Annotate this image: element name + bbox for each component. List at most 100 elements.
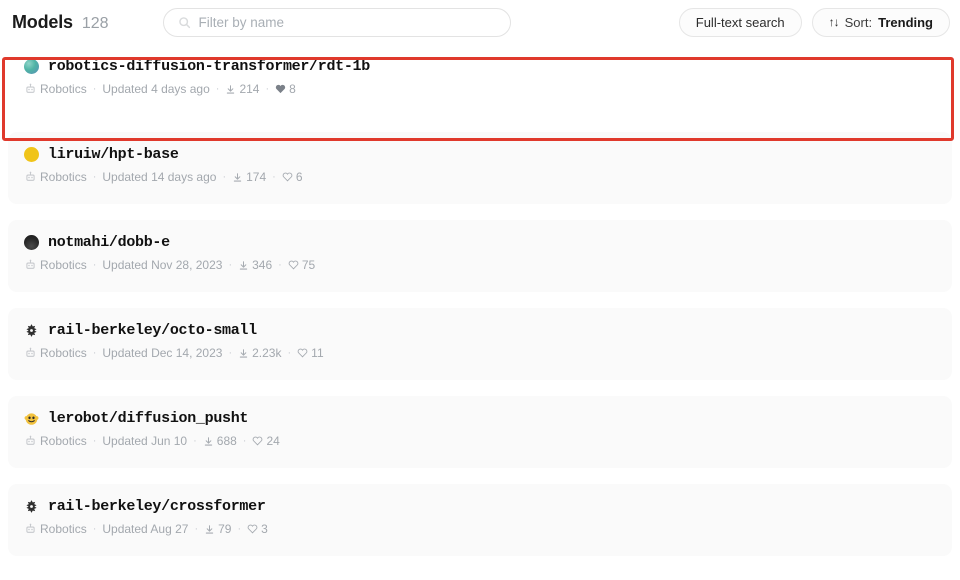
heart-outline-icon [282,172,293,182]
meta-separator: · [228,259,233,271]
model-count: 128 [81,14,109,32]
meta-separator: · [194,523,199,535]
heart-outline-icon [288,260,299,270]
robot-icon [26,347,35,357]
likes-count: 6 [295,170,303,184]
robot-icon [26,171,35,181]
full-text-search-button[interactable]: Full-text search [678,7,802,37]
task-label: Robotics [40,82,87,96]
downloads-count: 174 [246,170,267,184]
model-card[interactable]: liruiw/hpt-base Robotics · Updated 14 da… [8,132,952,204]
downloads-count: 2.23k [252,346,282,360]
search-icon [178,16,190,28]
updated-label: Updated Nov 28, 2023 [102,258,223,272]
page-title: Models [12,11,73,32]
full-text-search-label: Full-text search [695,14,785,30]
meta-separator: · [265,83,270,95]
updated-label: Updated Jun 10 [102,434,188,448]
berkeley-rail-logo-icon [26,324,37,337]
avatar [24,235,39,250]
title-group: Models 128 [12,12,109,33]
meta-separator: · [222,171,227,183]
robot-icon [26,523,35,533]
heart-filled-icon [276,84,286,94]
model-card[interactable]: rail-berkeley/crossformer Robotics · Upd… [8,484,952,556]
model-card-title-row: rail-berkeley/octo-small [24,322,952,339]
likes-stat: 3 [247,522,268,536]
task-tag[interactable]: Robotics [24,346,87,360]
task-label: Robotics [40,346,87,360]
search-input[interactable] [198,14,496,30]
model-name[interactable]: robotics-diffusion-transformer/rdt-1b [48,58,370,75]
downloads-stat: 688 [203,434,237,448]
likes-stat: 24 [252,434,280,448]
model-name[interactable]: notmahi/dobb-e [48,234,170,251]
downloads-count: 688 [216,434,237,448]
meta-separator: · [278,259,282,271]
task-tag[interactable]: Robotics [24,170,87,184]
meta-separator: · [272,171,276,183]
downloads-stat: 174 [232,170,266,184]
downloads-stat: 214 [225,82,259,96]
task-label: Robotics [40,170,87,184]
likes-stat: 75 [288,258,315,272]
avatar [24,411,39,426]
model-card-title-row: lerobot/diffusion_pusht [24,410,952,427]
download-icon [227,84,235,94]
robot-icon [26,435,35,445]
model-card[interactable]: lerobot/diffusion_pusht Robotics · Updat… [8,396,952,468]
model-card[interactable]: rail-berkeley/octo-small Robotics · Upda… [8,308,952,380]
likes-count: 3 [261,522,268,536]
task-tag[interactable]: Robotics [24,522,87,536]
sort-arrows-icon: ↑↓ [828,15,840,29]
sort-button[interactable]: ↑↓ Sort: Trending [811,7,950,37]
model-name[interactable]: rail-berkeley/crossformer [48,498,266,515]
heart-outline-icon [253,436,263,446]
model-card-meta: Robotics · Updated Nov 28, 2023 · 346 · … [24,258,952,272]
meta-separator: · [237,523,242,535]
downloads-stat: 2.23k [238,346,281,360]
likes-stat: 6 [282,170,303,184]
downloads-count: 346 [252,258,273,272]
model-card-meta: Robotics · Updated Jun 10 · 688 · 24 [24,434,952,448]
meta-separator: · [215,83,220,95]
updated-label: Updated 4 days ago [102,82,210,96]
filter-by-name-field[interactable] [162,7,511,37]
likes-count: 11 [311,346,324,360]
model-name[interactable]: lerobot/diffusion_pusht [48,410,248,427]
sort-value: Trending [878,14,933,30]
updated-label: Updated Aug 27 [102,522,189,536]
task-label: Robotics [40,434,87,448]
likes-count: 24 [266,434,280,448]
task-label: Robotics [40,258,87,272]
download-icon [233,172,242,182]
model-list: robotics-diffusion-transformer/rdt-1b Ro… [0,44,960,556]
model-card[interactable]: robotics-diffusion-transformer/rdt-1b Ro… [8,44,952,116]
downloads-stat: 79 [204,522,231,536]
likes-count: 75 [301,258,316,272]
meta-separator: · [228,347,233,359]
models-header: Models 128 Full-text search ↑↓ Sort: Tre… [0,0,960,44]
task-tag[interactable]: Robotics [24,258,87,272]
model-name[interactable]: liruiw/hpt-base [48,146,179,163]
meta-separator: · [242,435,247,447]
download-icon [205,524,214,534]
avatar [24,59,39,74]
model-card-title-row: robotics-diffusion-transformer/rdt-1b [24,58,952,75]
meta-separator: · [92,259,97,271]
avatar [24,147,39,162]
task-tag[interactable]: Robotics [24,82,87,96]
model-card-meta: Robotics · Updated 14 days ago · 174 · 6 [24,170,952,184]
robot-icon [26,259,35,269]
meta-separator: · [287,347,292,359]
downloads-count: 79 [218,522,232,536]
task-tag[interactable]: Robotics [24,434,87,448]
meta-separator: · [92,347,97,359]
model-name[interactable]: rail-berkeley/octo-small [48,322,257,339]
model-card-meta: Robotics · Updated Dec 14, 2023 · 2.23k … [24,346,952,360]
task-label: Robotics [40,522,87,536]
download-icon [204,436,212,446]
likes-stat: 8 [275,82,296,96]
hugging-face-emoji-icon [24,413,39,425]
model-card[interactable]: notmahi/dobb-e Robotics · Updated Nov 28… [8,220,952,292]
